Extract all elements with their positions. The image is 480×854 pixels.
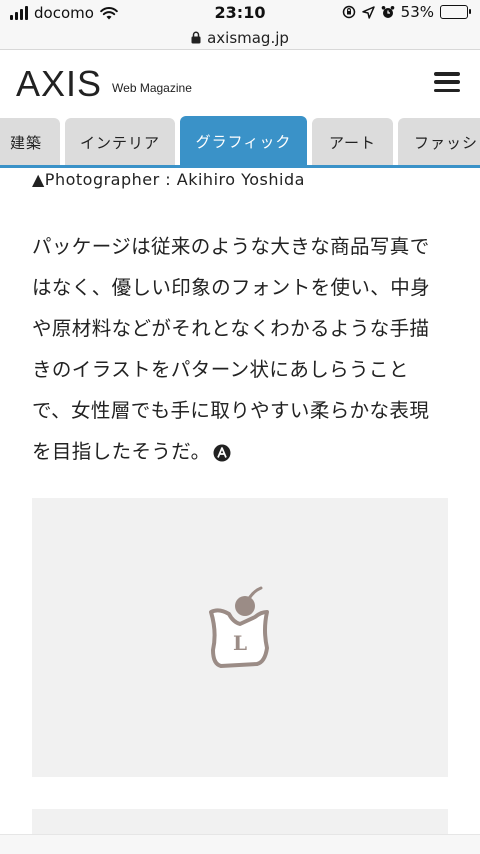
logo-text: AXIS <box>16 63 103 104</box>
battery-icon <box>440 5 471 19</box>
site-logo[interactable]: AXIS Web Magazine <box>16 66 192 102</box>
tab-label: グラフィック <box>195 132 292 151</box>
svg-text:L: L <box>233 631 247 655</box>
address-bar[interactable]: axismag.jp <box>0 26 480 50</box>
url-text[interactable]: axismag.jp <box>207 29 289 47</box>
tab-label: アート <box>328 133 377 152</box>
browser-bottom-bar <box>0 834 480 854</box>
tab-fashion[interactable]: ファッシ <box>398 118 480 165</box>
alarm-icon <box>381 6 394 18</box>
hamburger-menu-icon[interactable] <box>434 72 460 92</box>
tab-label: 建築 <box>9 133 42 152</box>
article-line: や原材料などがそれとなくわかるような手描 <box>32 317 430 340</box>
article-line: はなく、優しい印象のフォントを使い、中身 <box>32 276 431 299</box>
tab-interior[interactable]: インテリア <box>65 118 175 165</box>
logo-subtitle: Web Magazine <box>112 81 192 95</box>
tab-art[interactable]: アート <box>312 118 393 165</box>
tab-graphic[interactable]: グラフィック <box>180 116 307 165</box>
article-line: きのイラストをパターン状にあしらうこと <box>32 358 409 381</box>
photo-caption: ▲Photographer : Akihiro Yoshida <box>32 170 305 189</box>
category-tabs: 建築 インテリア グラフィック アート ファッシ <box>0 116 480 168</box>
lazy-load-logo-icon: L <box>209 586 269 668</box>
tab-label: ファッシ <box>414 133 479 152</box>
site-header: AXIS Web Magazine <box>0 50 480 116</box>
tab-label: インテリア <box>79 133 160 152</box>
axis-end-mark-icon <box>213 444 231 461</box>
lock-icon <box>191 31 201 44</box>
image-placeholder: L <box>32 498 448 777</box>
article-line: パッケージは従来のような大きな商品写真で <box>32 235 430 258</box>
battery-percent: 53% <box>400 3 434 21</box>
tab-architecture[interactable]: 建築 <box>0 118 60 165</box>
status-bar: docomo 23:10 53% <box>0 0 480 26</box>
article-line: で、女性層でも手に取りやすい柔らかな表現 <box>32 399 430 422</box>
rotation-lock-icon <box>342 5 355 19</box>
location-icon <box>361 5 375 19</box>
article-line: を目指したそうだ。 <box>32 440 211 463</box>
article-body: パッケージは従来のような大きな商品写真で はなく、優しい印象のフォントを使い、中… <box>32 226 452 472</box>
article-last-line: を目指したそうだ。 <box>32 431 452 472</box>
status-right: 53% <box>342 3 471 21</box>
